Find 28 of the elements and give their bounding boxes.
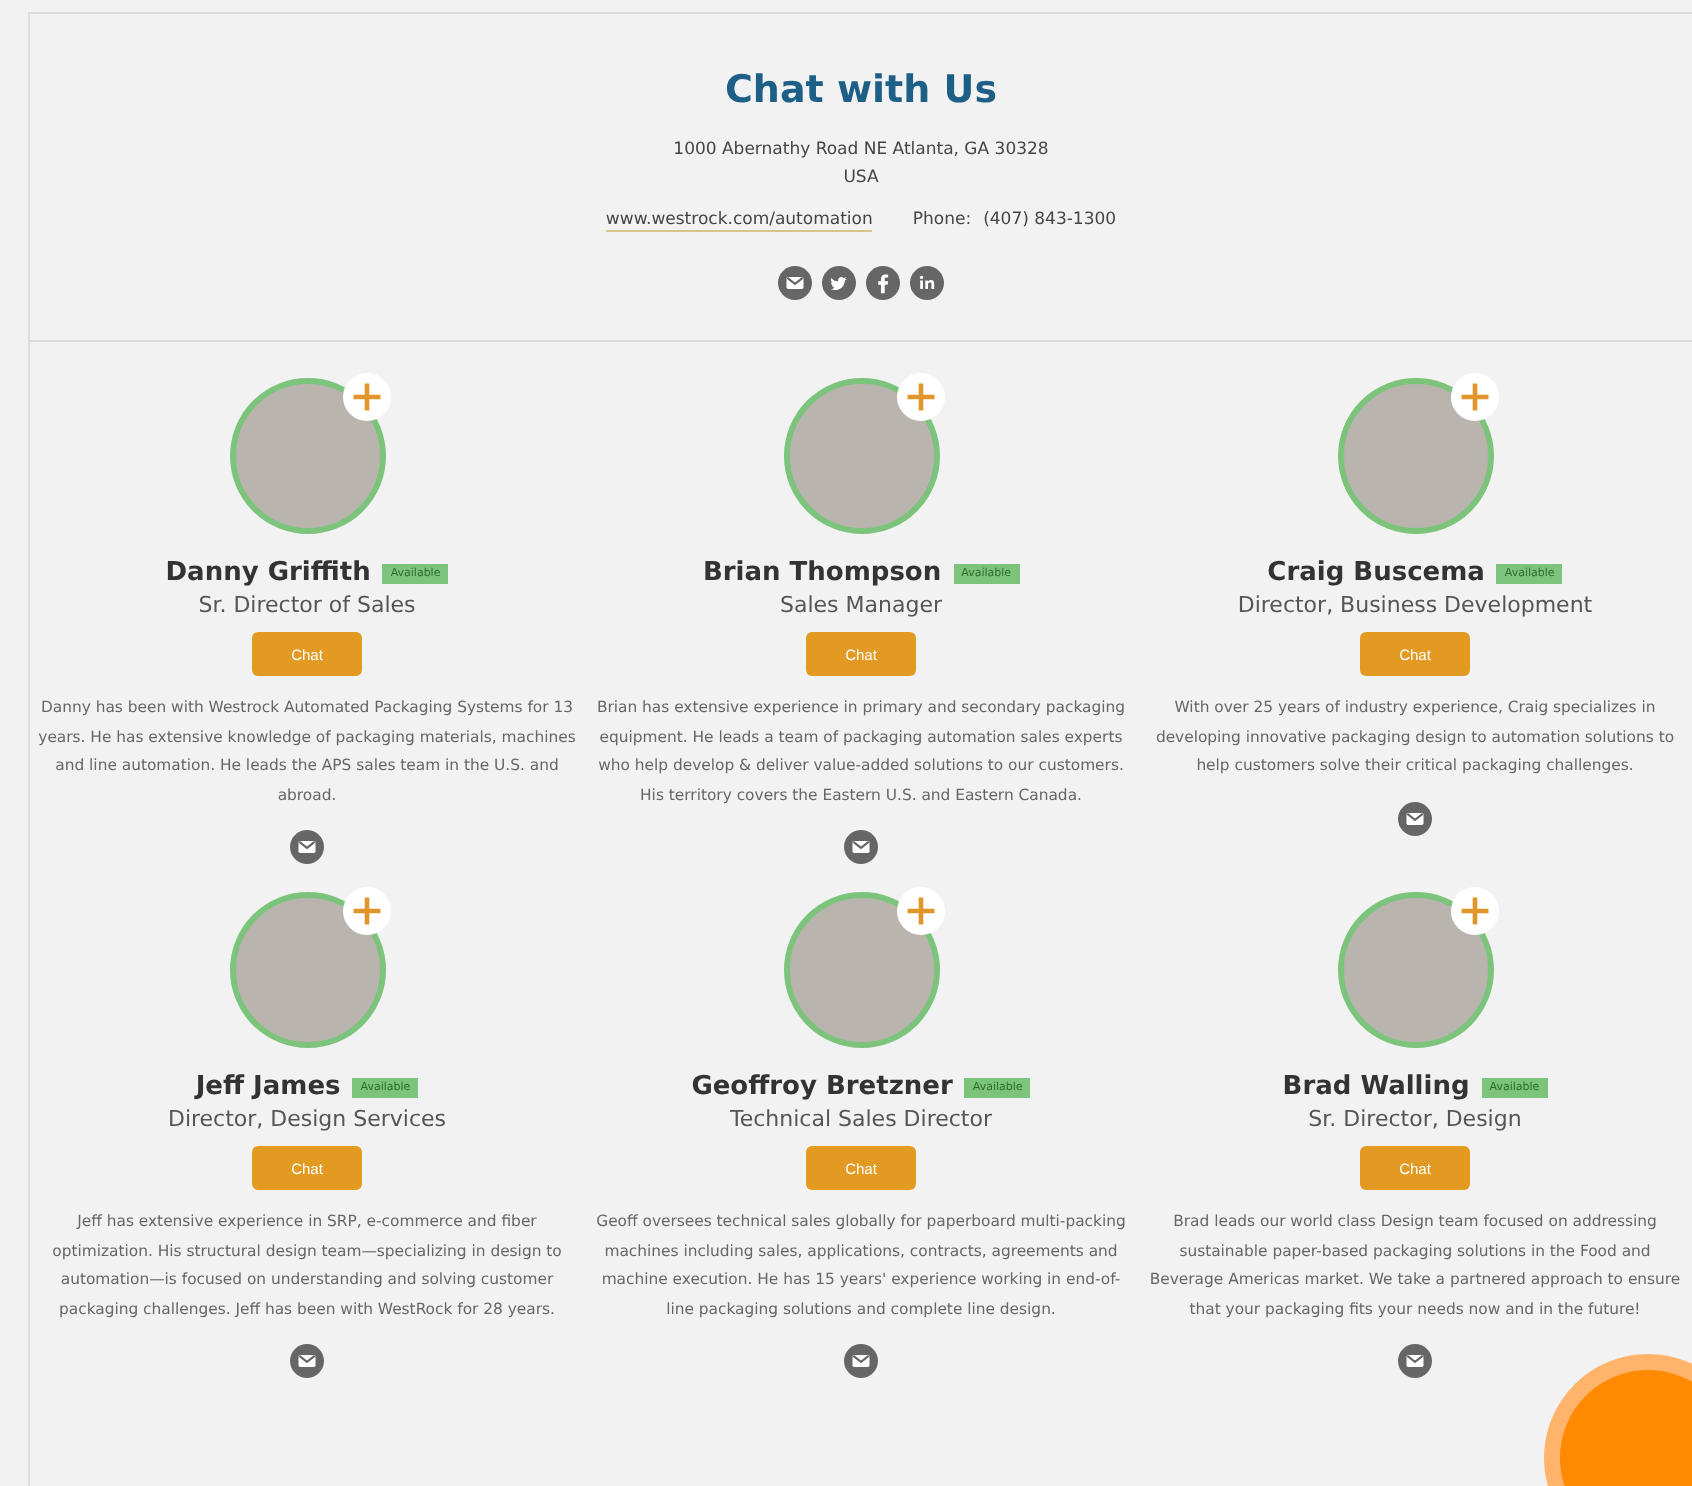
contact-title: Sr. Director of Sales xyxy=(198,592,416,618)
facebook-icon[interactable] xyxy=(866,266,900,300)
phone-number: (407) 843-1300 xyxy=(983,210,1117,230)
contact-name: Jeff James xyxy=(195,1072,341,1102)
contact-title: Sr. Director, Design xyxy=(1308,1106,1522,1132)
email-icon[interactable] xyxy=(844,830,878,864)
contact-name: Danny Griffith xyxy=(165,558,371,588)
twitter-icon[interactable] xyxy=(822,266,856,300)
phone-label: Phone: xyxy=(912,210,972,230)
email-icon[interactable] xyxy=(1398,1344,1432,1378)
contact-name: Brian Thompson xyxy=(702,558,942,588)
email-icon[interactable] xyxy=(778,266,812,300)
linkedin-icon[interactable] xyxy=(910,266,944,300)
website-link[interactable]: www.westrock.com/automation xyxy=(605,210,873,232)
contact-title: Director, Design Services xyxy=(167,1106,447,1132)
contact-name: Geoffroy Bretzner xyxy=(691,1072,953,1102)
email-icon[interactable] xyxy=(1398,801,1432,835)
contact-name: Craig Buscema xyxy=(1267,558,1485,588)
contact-title: Sales Manager xyxy=(780,592,942,618)
contact-name: Brad Walling xyxy=(1282,1072,1470,1102)
email-icon[interactable] xyxy=(290,830,324,864)
contact-title: Technical Sales Director xyxy=(730,1106,992,1132)
page-title: Chat with Us xyxy=(724,68,997,112)
email-icon[interactable] xyxy=(844,1344,878,1378)
address-line: USA xyxy=(843,166,879,192)
address-line: 1000 Abernathy Road NE Atlanta, GA 30328 xyxy=(673,138,1049,164)
contact-title: Director, Business Development xyxy=(1237,592,1593,618)
email-icon[interactable] xyxy=(290,1344,324,1378)
